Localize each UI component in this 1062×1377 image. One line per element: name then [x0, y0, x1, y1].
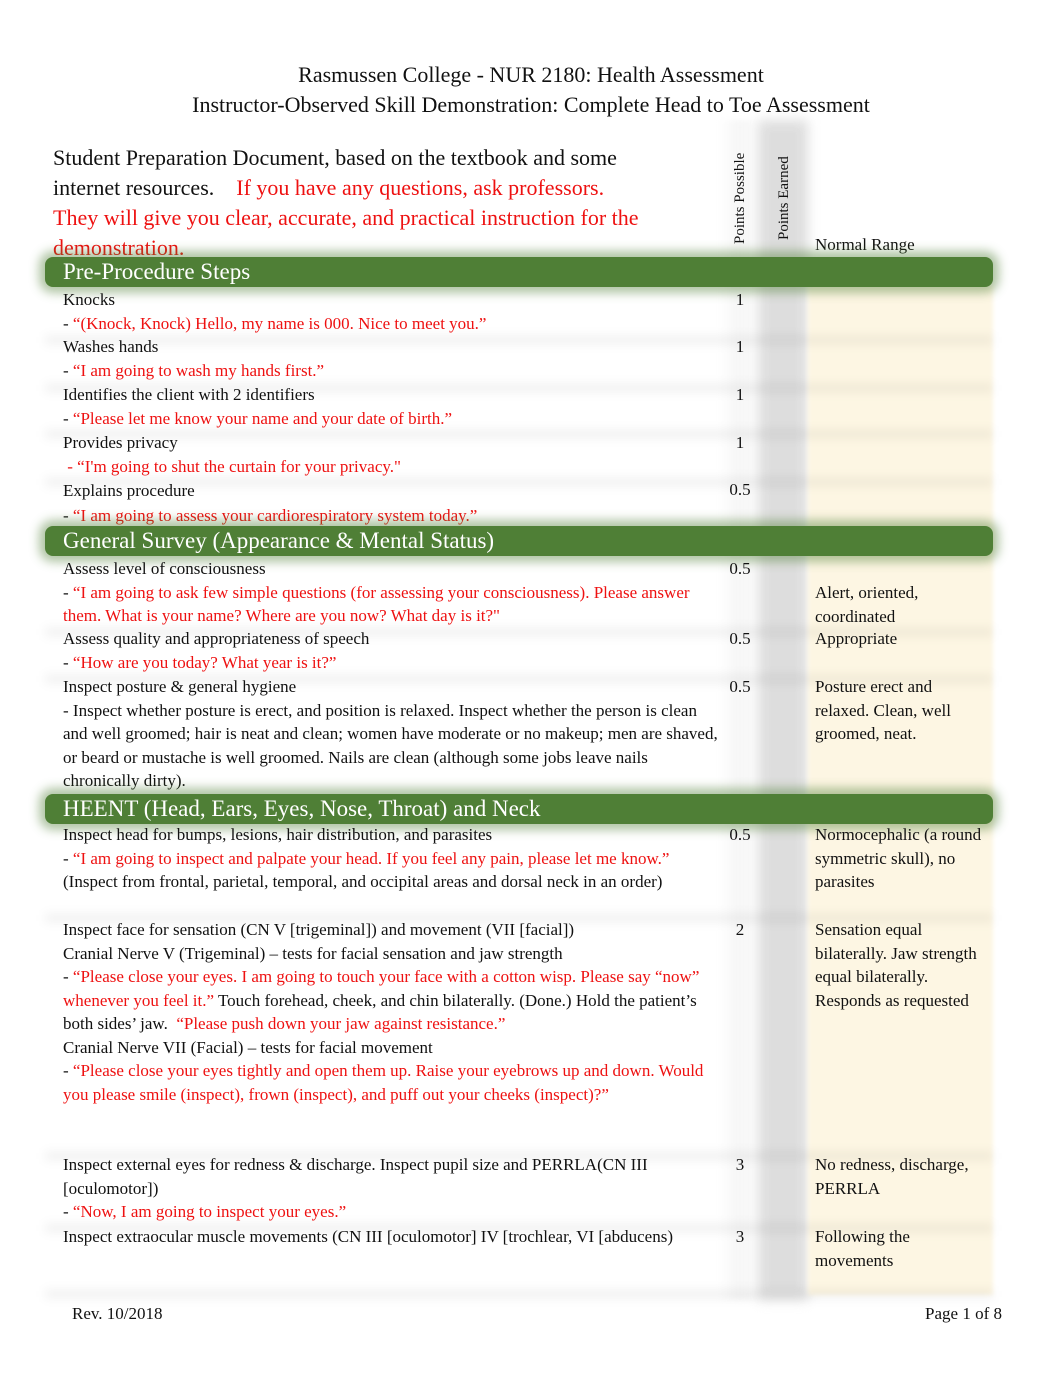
item-label: Knocks	[63, 290, 115, 309]
normal-range-value: Appropriate	[815, 629, 898, 648]
normal-range-value: Normocephalic (a round symmetric skull),…	[815, 825, 982, 891]
document-title: Rasmussen College - NUR 2180: Health Ass…	[298, 62, 764, 87]
points-earned-header: Points Earned	[776, 156, 792, 240]
normal-range-value: Posture erect and relaxed. Clean, well g…	[815, 677, 951, 743]
points-possible: 0.5	[729, 825, 751, 844]
points-possible: 3	[735, 1227, 745, 1246]
checklist-item: Washes hands - “I am going to wash my ha…	[63, 335, 718, 382]
dash: -	[63, 1202, 73, 1221]
dash: -	[63, 360, 73, 380]
dash: -	[63, 313, 73, 333]
item-script: “I am going to wash my hands first.”	[72, 360, 325, 380]
points-possible: 3	[735, 1155, 745, 1174]
item-label: Washes hands	[63, 337, 159, 356]
item-label: Inspect head for bumps, lesions, hair di…	[63, 825, 493, 844]
dash: -	[63, 967, 73, 986]
checklist-item: Inspect external eyes for redness & disc…	[63, 1153, 718, 1224]
item-script: “How are you today? What year is it?”	[72, 652, 337, 672]
item-label: Explains procedure	[63, 481, 195, 500]
item-script: “(Knock, Knock) Hello, my name is 000. N…	[72, 313, 487, 333]
section-title-heent: HEENT (Head, Ears, Eyes, Nose, Throat) a…	[63, 796, 541, 821]
section-title-pre-procedure: Pre-Procedure Steps	[63, 259, 251, 284]
sub-label-cn-vii: Cranial Nerve VII (Facial) – tests for f…	[63, 1037, 433, 1057]
checklist-item: Inspect head for bumps, lesions, hair di…	[63, 823, 718, 894]
normal-range-value: Alert, oriented, coordinated	[815, 583, 919, 626]
points-possible: 0.5	[729, 480, 751, 499]
item-label: Provides privacy	[63, 433, 178, 452]
checklist-item: Provides privacy - “I'm going to shut th…	[63, 431, 718, 478]
item-script: “I am going to assess your cardiorespira…	[72, 506, 478, 525]
points-possible: 1	[735, 290, 745, 309]
dash: -	[63, 652, 73, 672]
checklist-item: Knocks - “(Knock, Knock) Hello, my name …	[63, 288, 718, 335]
item-label: Inspect extraocular muscle movements (CN…	[63, 1227, 673, 1246]
section-title-general-survey: General Survey (Appearance & Mental Stat…	[63, 528, 495, 553]
points-possible: 1	[735, 337, 745, 356]
document-subtitle: Instructor-Observed Skill Demonstration:…	[192, 92, 870, 117]
item-script: “Please let me know your name and your d…	[72, 408, 452, 428]
points-possible: 0.5	[729, 559, 751, 578]
points-possible: 0.5	[729, 629, 751, 648]
checklist-item: Inspect face for sensation (CN V [trigem…	[63, 918, 718, 1106]
page-number: Page 1 of 8	[925, 1304, 1002, 1323]
points-possible: 1	[735, 433, 745, 452]
intro-paragraph: Student Preparation Document, based on t…	[53, 143, 653, 263]
item-note: (Inspect from frontal, parietal, tempora…	[63, 872, 663, 891]
item-label: Assess level of consciousness	[63, 559, 266, 578]
dash: -	[63, 408, 73, 428]
item-label: Inspect face for sensation (CN V [trigem…	[63, 920, 575, 939]
dash: -	[63, 456, 78, 476]
dash: -	[63, 582, 73, 602]
points-earned-column-bg	[758, 120, 808, 1300]
item-label: Inspect external eyes for redness & disc…	[63, 1155, 648, 1198]
checklist-item: Assess level of consciousness - “I am go…	[63, 557, 718, 628]
item-script: “I am going to inspect and palpate your …	[72, 848, 670, 868]
item-script: “Please close your eyes tightly and open…	[63, 1061, 704, 1104]
row-divider	[45, 1290, 993, 1298]
normal-range-value: Following the movements	[815, 1227, 910, 1270]
checklist-item: Inspect posture & general hygiene - Insp…	[63, 675, 718, 793]
points-possible-header: Points Possible	[732, 152, 748, 244]
dash: -	[63, 506, 73, 525]
points-possible: 1	[735, 385, 745, 404]
checklist-item: Inspect extraocular muscle movements (CN…	[63, 1225, 718, 1249]
item-script: “Please push down your jaw against resis…	[176, 1014, 506, 1033]
normal-range-header: Normal Range	[815, 235, 915, 254]
normal-range-value: Sensation equal bilaterally. Jaw strengt…	[815, 920, 977, 1010]
checklist-item: Identifies the client with 2 identifiers…	[63, 383, 718, 430]
normal-range-value: No redness, discharge, PERRLA	[815, 1155, 969, 1198]
points-possible: 2	[735, 920, 745, 939]
item-script: “I'm going to shut the curtain for your …	[77, 456, 401, 476]
item-label: Identifies the client with 2 identifiers	[63, 385, 315, 404]
checklist-item: Assess quality and appropriateness of sp…	[63, 627, 718, 674]
sub-label-cn-v: Cranial Nerve V (Trigeminal) – tests for…	[63, 943, 563, 963]
points-possible: 0.5	[729, 677, 751, 696]
checklist-item: Explains procedure - “I am going to asse…	[63, 478, 718, 528]
item-script: “Now, I am going to inspect your eyes.”	[72, 1202, 347, 1221]
dash: -	[63, 848, 73, 868]
item-label: Assess quality and appropriateness of sp…	[63, 629, 370, 648]
item-note: - Inspect whether posture is erect, and …	[63, 700, 718, 791]
dash: -	[63, 1061, 73, 1080]
revision-date: Rev. 10/2018	[72, 1304, 163, 1323]
item-script: “I am going to ask few simple questions …	[63, 582, 690, 626]
item-label: Inspect posture & general hygiene	[63, 677, 297, 696]
